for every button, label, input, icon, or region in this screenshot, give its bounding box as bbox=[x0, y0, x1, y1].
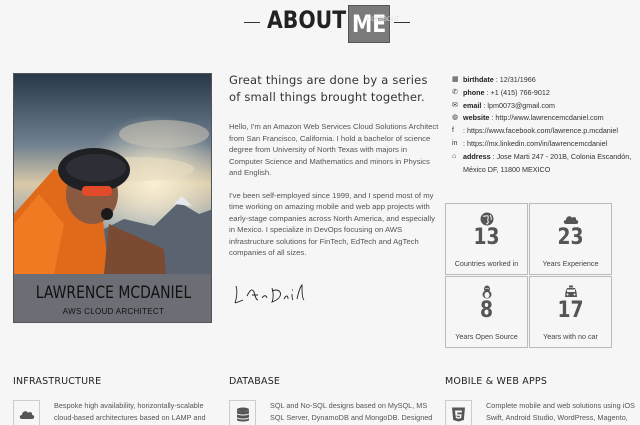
service-infrastructure: INFRASTRUCTURE Bespoke high availability… bbox=[13, 376, 213, 425]
service-title: INFRASTRUCTURE bbox=[13, 376, 102, 387]
home-icon: ⌂ bbox=[452, 152, 457, 160]
stat-number: 23 bbox=[557, 225, 584, 250]
stat-no-car: 17 Years with no car bbox=[529, 276, 612, 348]
profile-role: AWS CLOUD ARCHITECT bbox=[62, 307, 165, 316]
envelope-icon: ✉ bbox=[452, 101, 458, 109]
stat-number: 13 bbox=[473, 225, 500, 250]
contact-value: : http://www.lawrencemcdaniel.com bbox=[489, 113, 604, 123]
stat-label: Years Experience bbox=[542, 259, 599, 268]
contact-value: : https://mx.linkedin.com/in/lawrencemcd… bbox=[463, 138, 608, 148]
contact-value: : 12/31/1966 bbox=[493, 75, 536, 84]
intro-section: Great things are done by a series of sma… bbox=[229, 72, 439, 259]
stat-open-source: 8 Years Open Source bbox=[445, 276, 528, 348]
service-icon-box bbox=[13, 400, 40, 425]
car-icon bbox=[565, 285, 577, 297]
service-description: Complete mobile and web solutions using … bbox=[486, 401, 635, 422]
contact-list: ▦ birthdate : 12/31/1966 ✆ phone : +1 (4… bbox=[452, 74, 637, 176]
contact-label: address bbox=[463, 151, 491, 161]
profile-name: LAWRENCE MCDANIEL bbox=[35, 283, 192, 303]
contact-website[interactable]: ◍ website : http://www.lawrencemcdaniel.… bbox=[452, 112, 637, 125]
service-description: SQL and No-SQL designs based on MySQL, M… bbox=[270, 401, 433, 422]
contact-value: : +1 (415) 766-9012 bbox=[484, 87, 550, 97]
contact-value: : lpm0073@gmail.com bbox=[481, 100, 555, 110]
contact-label: email bbox=[463, 100, 482, 110]
header-divider-right bbox=[394, 22, 410, 23]
service-icon-box bbox=[445, 400, 472, 425]
linkedin-icon: in bbox=[452, 139, 458, 147]
globe-icon bbox=[480, 212, 494, 226]
service-title: MOBILE & WEB APPS bbox=[445, 376, 548, 387]
contact-address: ⌂ address : Jose Marti 247 - 201B, Colon… bbox=[452, 151, 637, 177]
signature bbox=[234, 283, 305, 304]
header-divider-left bbox=[244, 22, 260, 23]
profile-name-band: LAWRENCE MCDANIEL AWS CLOUD ARCHITECT bbox=[14, 274, 211, 322]
contact-birthdate: ▦ birthdate : 12/31/1966 bbox=[452, 74, 637, 87]
contact-label: phone bbox=[463, 87, 485, 97]
service-description: Bespoke high availability, horizontally-… bbox=[54, 401, 206, 422]
page-title: ABOUT bbox=[267, 6, 347, 34]
service-database: DATABASE SQL and No-SQL designs based on… bbox=[229, 376, 432, 425]
stat-number: 8 bbox=[479, 298, 494, 323]
contact-label: birthdate bbox=[463, 75, 494, 84]
service-title: DATABASE bbox=[229, 376, 281, 387]
cloud-icon bbox=[19, 411, 35, 419]
database-icon bbox=[237, 407, 249, 422]
contact-linkedin[interactable]: in : https://mx.linkedin.com/in/lawrence… bbox=[452, 138, 637, 151]
contact-email[interactable]: ✉ email : lpm0073@gmail.com bbox=[452, 100, 637, 113]
facebook-icon: f bbox=[452, 127, 454, 135]
intro-paragraph: Hello, I'm an Amazon Web Services Cloud … bbox=[229, 122, 439, 177]
stat-label: Years with no car bbox=[543, 332, 598, 341]
html5-icon bbox=[452, 407, 465, 422]
stat-countries: 13 Countries worked in bbox=[445, 203, 528, 275]
globe-icon: ◍ bbox=[452, 114, 459, 122]
cloud-icon bbox=[563, 216, 579, 224]
stat-number: 17 bbox=[557, 298, 584, 323]
intro-headline: Great things are done by a series of sma… bbox=[229, 73, 428, 104]
stat-label: Years Open Source bbox=[455, 332, 518, 341]
intro-paragraph: I've been self-employed since 1999, and … bbox=[229, 190, 435, 258]
calendar-icon: ▦ bbox=[452, 76, 459, 83]
stat-experience: 23 Years Experience bbox=[529, 203, 612, 275]
contact-facebook[interactable]: f : https://www.facebook.com/lawrence.p.… bbox=[452, 125, 637, 138]
logo-text: ME bbox=[352, 10, 387, 38]
service-mobile-web: MOBILE & WEB APPS Complete mobile and we… bbox=[445, 376, 640, 425]
linux-icon bbox=[482, 285, 492, 299]
contact-phone[interactable]: ✆ phone : +1 (415) 766-9012 bbox=[452, 87, 637, 100]
contact-label: website bbox=[463, 113, 490, 123]
phone-icon: ✆ bbox=[452, 88, 458, 96]
page-header: ABOUT ME HOME ABOUT bbox=[0, 0, 640, 50]
stat-label: Countries worked in bbox=[454, 259, 519, 268]
profile-card: LAWRENCE MCDANIEL AWS CLOUD ARCHITECT bbox=[13, 73, 212, 323]
contact-value: : https://www.facebook.com/lawrence.p.mc… bbox=[463, 126, 619, 136]
service-icon-box bbox=[229, 400, 256, 425]
logo[interactable]: ME HOME ABOUT bbox=[348, 5, 400, 43]
profile-photo bbox=[14, 74, 211, 274]
